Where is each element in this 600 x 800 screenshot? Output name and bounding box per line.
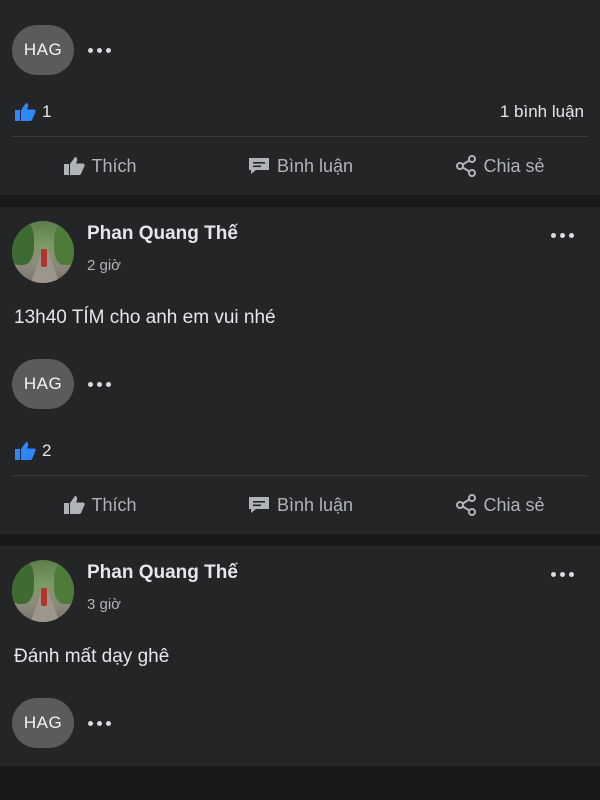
post-separator xyxy=(0,534,600,546)
thumbs-up-icon xyxy=(64,496,86,514)
author-avatar[interactable] xyxy=(12,560,74,622)
share-icon xyxy=(456,155,477,177)
more-dots-icon[interactable] xyxy=(88,720,111,726)
like-count: 2 xyxy=(42,441,52,460)
more-dots-icon[interactable] xyxy=(88,381,111,387)
hashtag-chip[interactable]: HAG xyxy=(12,25,74,75)
post-card: Phan Quang Thế 3 giờ Đánh mất dạy ghê HA… xyxy=(0,546,600,766)
more-dots-icon[interactable] xyxy=(551,572,574,577)
like-button-label: Thích xyxy=(91,494,137,515)
share-button-label: Chia sẻ xyxy=(483,155,545,176)
comment-icon xyxy=(248,158,269,174)
share-button-label: Chia sẻ xyxy=(483,494,545,515)
author-avatar[interactable] xyxy=(12,221,74,283)
reaction-summary[interactable]: 1 xyxy=(14,102,51,122)
thumbs-up-icon xyxy=(64,157,86,175)
hashtag-chip[interactable]: HAG xyxy=(12,359,74,409)
author-name[interactable]: Phan Quang Thế xyxy=(87,562,238,584)
comment-count[interactable]: 1 bình luận xyxy=(500,102,584,122)
more-dots-icon[interactable] xyxy=(551,233,574,238)
comment-button-label: Bình luận xyxy=(276,494,354,515)
like-count: 1 xyxy=(42,102,52,121)
post-text: Đánh mất dạy ghê xyxy=(14,646,170,667)
action-bar: Thích Bình luận Chia sẻ xyxy=(0,476,600,534)
comment-icon xyxy=(248,497,269,513)
like-badge-icon xyxy=(15,442,36,460)
post-timestamp[interactable]: 2 giờ xyxy=(87,257,238,274)
reaction-summary[interactable]: 2 xyxy=(14,441,51,461)
action-bar: Thích Bình luận Chia sẻ xyxy=(0,137,600,195)
post-timestamp[interactable]: 3 giờ xyxy=(87,596,238,613)
like-button-label: Thích xyxy=(91,155,137,176)
author-name[interactable]: Phan Quang Thế xyxy=(87,223,238,245)
share-button[interactable]: Chia sẻ xyxy=(400,494,600,516)
post-text: 13h40 TÍM cho anh em vui nhé xyxy=(14,307,276,328)
like-badge-icon xyxy=(15,103,36,121)
like-button[interactable]: Thích xyxy=(0,495,200,516)
post-card: Phan Quang Thế 2 giờ 13h40 TÍM cho anh e… xyxy=(0,207,600,534)
comment-button[interactable]: Bình luận xyxy=(200,495,400,516)
more-dots-icon[interactable] xyxy=(88,47,111,53)
post-separator xyxy=(0,195,600,207)
hashtag-chip[interactable]: HAG xyxy=(12,698,74,748)
post-card: HAG 1 1 bình luận Thích Bình luận Chia s… xyxy=(0,0,600,195)
share-button[interactable]: Chia sẻ xyxy=(400,155,600,177)
comment-button[interactable]: Bình luận xyxy=(200,156,400,177)
share-icon xyxy=(456,494,477,516)
like-button[interactable]: Thích xyxy=(0,156,200,177)
comment-button-label: Bình luận xyxy=(276,155,354,176)
